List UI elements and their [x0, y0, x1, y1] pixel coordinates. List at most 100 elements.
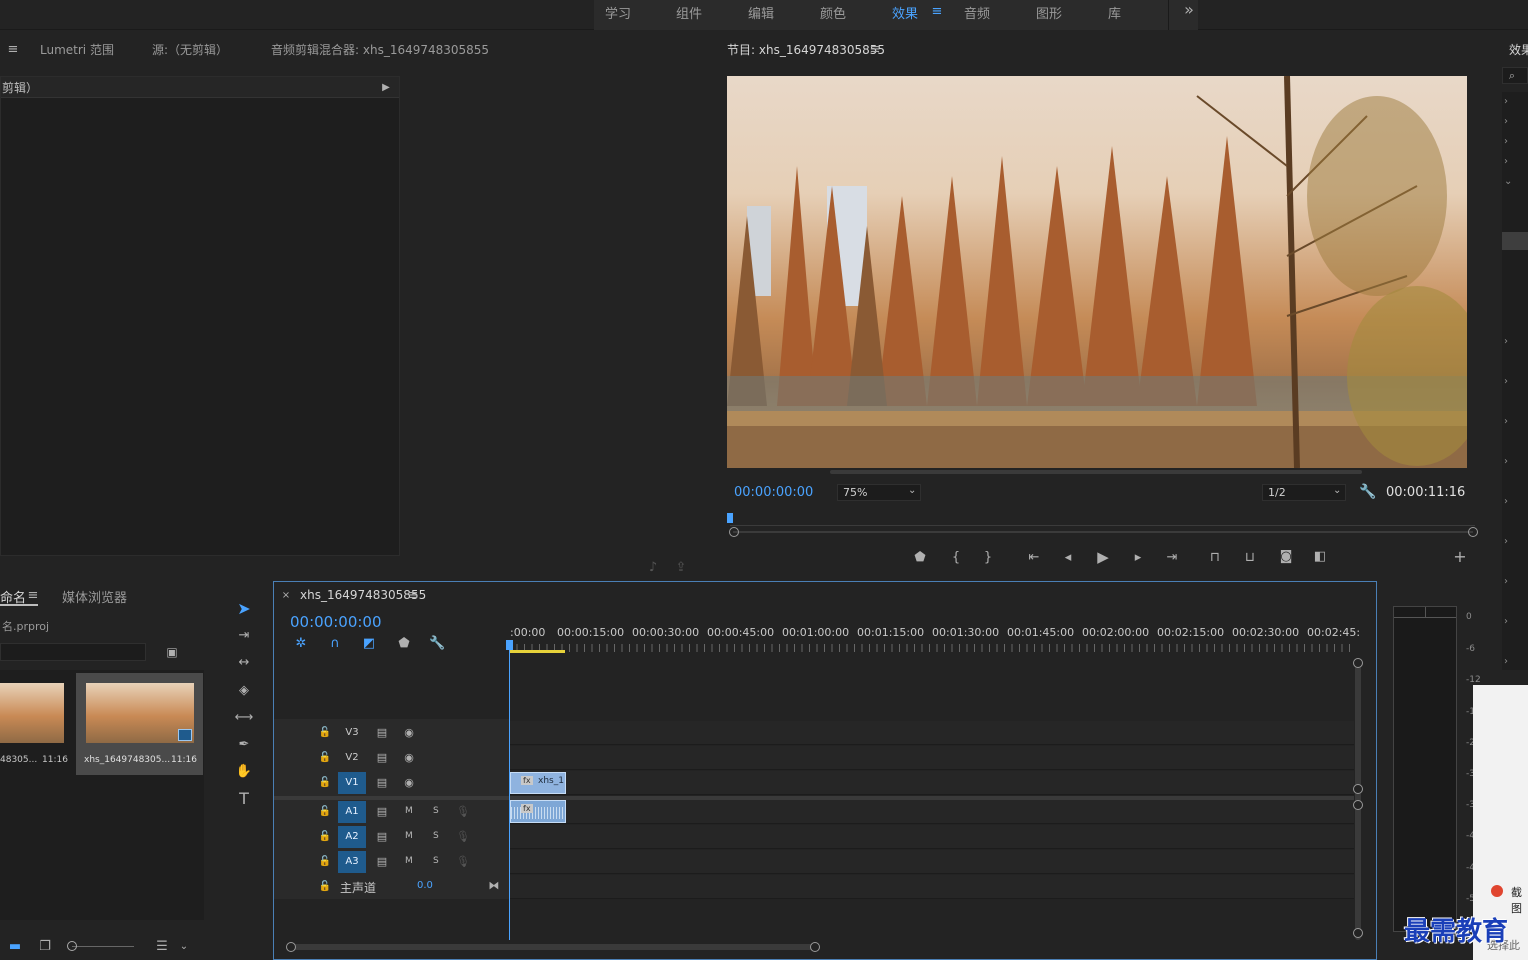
extract-icon[interactable]: ⊔: [1241, 550, 1259, 566]
program-scrub-bar[interactable]: [730, 512, 1475, 526]
sync-lock-icon[interactable]: ▤: [374, 829, 390, 845]
lock-icon[interactable]: 🔓: [318, 829, 332, 845]
pen-icon[interactable]: ✒: [234, 737, 254, 753]
master-volume[interactable]: 0.0: [417, 880, 433, 891]
tab-lumetri-scopes[interactable]: Lumetri 范围: [40, 41, 114, 58]
comparison-view-icon[interactable]: ◧: [1311, 549, 1329, 565]
timeline-timecode[interactable]: 00:00:00:00: [290, 613, 382, 631]
video-clip[interactable]: fx xhs_1: [510, 772, 566, 794]
audio-clip[interactable]: fx: [510, 800, 566, 823]
scroll-handle[interactable]: [286, 942, 296, 952]
effects-chevron-icon[interactable]: ›: [1504, 376, 1508, 387]
track-target[interactable]: V2: [338, 747, 366, 769]
scroll-handle[interactable]: [1353, 658, 1363, 668]
track-select-icon[interactable]: ⇥: [234, 628, 254, 644]
effects-chevron-icon[interactable]: ›: [1504, 136, 1508, 147]
workspace-more-icon[interactable]: »: [1180, 2, 1198, 18]
selection-tool-icon[interactable]: ➤: [234, 601, 254, 617]
scroll-handle[interactable]: [1353, 784, 1363, 794]
effects-chevron-icon[interactable]: ›: [1504, 336, 1508, 347]
effects-chevron-icon[interactable]: ›: [1504, 116, 1508, 127]
effects-chevron-down-icon[interactable]: ⌄: [1504, 176, 1512, 187]
chevron-right-icon[interactable]: ▶: [380, 80, 392, 96]
sync-lock-icon[interactable]: ▤: [374, 854, 390, 870]
track-target[interactable]: V3: [338, 722, 366, 744]
mic-icon[interactable]: 🎙: [456, 804, 470, 820]
track-master[interactable]: 🔓 主声道 0.0 ⧓: [274, 875, 1354, 899]
eye-icon[interactable]: ◉: [401, 750, 417, 766]
program-menu-icon[interactable]: ≡: [868, 42, 882, 58]
track-v3[interactable]: 🔓 V3 ▤ ◉: [274, 721, 1354, 745]
effects-chevron-icon[interactable]: ›: [1504, 656, 1508, 667]
project-item-thumbnail[interactable]: [0, 683, 64, 743]
sync-lock-icon[interactable]: ▤: [374, 775, 390, 791]
track-a2[interactable]: 🔓 A2 ▤ M S 🎙: [274, 825, 1354, 849]
track-v1[interactable]: 🔓 V1 ▤ ◉: [274, 771, 1354, 795]
lift-icon[interactable]: ⊓: [1206, 550, 1224, 566]
workspace-tab-editing[interactable]: 编辑: [748, 3, 774, 22]
lock-icon[interactable]: 🔓: [318, 804, 332, 820]
solo-button[interactable]: S: [433, 856, 439, 866]
workspace-menu-icon[interactable]: ≡: [930, 4, 944, 20]
export-frame-icon[interactable]: ⇪: [673, 560, 689, 576]
nest-icon[interactable]: ✲: [293, 636, 309, 652]
mute-button[interactable]: M: [405, 806, 413, 816]
sequence-menu-icon[interactable]: ≡: [406, 588, 420, 604]
step-back-icon[interactable]: ◂: [1060, 550, 1076, 566]
zoom-handle-right[interactable]: [1468, 527, 1478, 537]
type-icon[interactable]: T: [234, 791, 254, 807]
mark-out-icon[interactable]: }: [980, 550, 996, 566]
effects-chevron-icon[interactable]: ›: [1504, 96, 1508, 107]
lock-icon[interactable]: 🔓: [318, 725, 332, 741]
zoom-select[interactable]: 75% ⌄: [837, 484, 921, 501]
solo-button[interactable]: S: [433, 806, 439, 816]
ripple-edit-icon[interactable]: ↔: [234, 655, 254, 671]
solo-button[interactable]: S: [433, 831, 439, 841]
sync-lock-icon[interactable]: ▤: [374, 725, 390, 741]
eye-icon[interactable]: ◉: [401, 725, 417, 741]
eye-icon[interactable]: ◉: [401, 775, 417, 791]
workspace-tab-learn[interactable]: 学习: [605, 3, 631, 22]
step-forward-icon[interactable]: ▸: [1130, 550, 1146, 566]
workspace-tab-color[interactable]: 颜色: [820, 3, 846, 22]
camera-icon[interactable]: ◙: [1277, 549, 1295, 565]
add-marker-icon[interactable]: ⬟: [912, 550, 928, 566]
sort-chevron-icon[interactable]: ⌄: [178, 939, 190, 955]
effects-chevron-icon[interactable]: ›: [1504, 456, 1508, 467]
lock-icon[interactable]: 🔓: [318, 775, 332, 791]
snap-icon[interactable]: ∩: [327, 636, 343, 652]
mark-in-icon[interactable]: {: [948, 550, 964, 566]
list-view-icon[interactable]: ▬: [8, 939, 22, 955]
play-icon[interactable]: ▶: [1094, 549, 1112, 565]
slip-icon[interactable]: ⟷: [234, 710, 254, 726]
workspace-tab-graphics[interactable]: 图形: [1036, 3, 1062, 22]
program-zoom-bar[interactable]: [733, 531, 1473, 533]
sync-lock-icon[interactable]: ▤: [374, 804, 390, 820]
sort-icon[interactable]: ☰: [154, 939, 170, 955]
workspace-tab-assembly[interactable]: 组件: [676, 3, 702, 22]
go-to-in-icon[interactable]: ⇤: [1025, 550, 1043, 566]
track-v2[interactable]: 🔓 V2 ▤ ◉: [274, 746, 1354, 770]
timeline-settings-icon[interactable]: 🔧: [429, 636, 445, 652]
program-scrollbar[interactable]: [830, 470, 1362, 474]
effects-chevron-icon[interactable]: ›: [1504, 416, 1508, 427]
effects-panel-title[interactable]: 效果: [1509, 41, 1528, 58]
timeline-playhead-line[interactable]: [509, 640, 510, 940]
effects-chevron-icon[interactable]: ›: [1504, 496, 1508, 507]
hand-icon[interactable]: ✋: [234, 764, 254, 780]
popup-text[interactable]: 截图: [1511, 884, 1528, 916]
mic-icon[interactable]: 🎙: [456, 854, 470, 870]
wrench-icon[interactable]: 🔧: [1359, 484, 1376, 500]
zoom-handle-left[interactable]: [729, 527, 739, 537]
track-target[interactable]: A1: [338, 801, 366, 823]
effects-chevron-icon[interactable]: ›: [1504, 576, 1508, 587]
work-area-bar[interactable]: [509, 650, 565, 653]
mute-button[interactable]: M: [405, 831, 413, 841]
linked-selection-icon[interactable]: ◩: [361, 636, 377, 652]
close-sequence-icon[interactable]: ×: [281, 588, 291, 604]
effects-chevron-icon[interactable]: ›: [1504, 156, 1508, 167]
lock-icon[interactable]: 🔓: [318, 750, 332, 766]
resolution-select[interactable]: 1/2 ⌄: [1262, 484, 1346, 501]
track-target[interactable]: A3: [338, 851, 366, 873]
track-target[interactable]: A2: [338, 826, 366, 848]
